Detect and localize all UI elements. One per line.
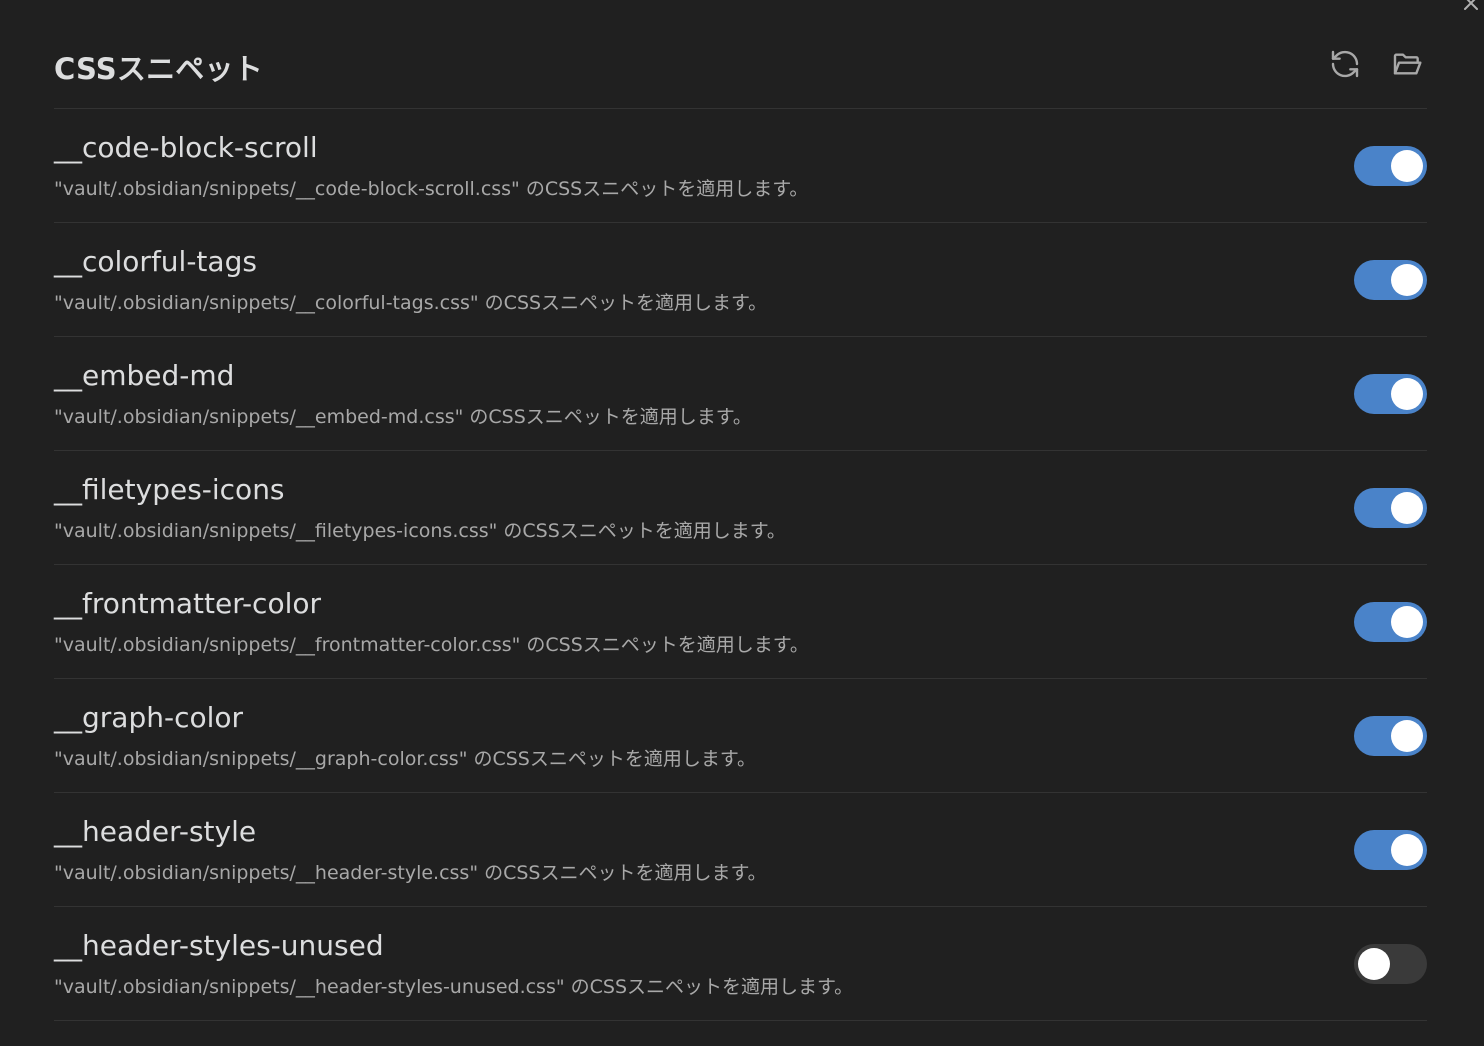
snippet-description: "vault/.obsidian/snippets/__header-style…: [54, 862, 767, 884]
snippet-name: __filetypes-icons: [54, 473, 285, 506]
section-header: CSSスニペット: [54, 34, 1427, 109]
open-snippets-folder-button[interactable]: [1387, 46, 1427, 86]
toggle-knob: [1391, 150, 1423, 182]
snippet-list: __code-block-scroll "vault/.obsidian/snip…: [54, 109, 1427, 1021]
snippet-name: __frontmatter-color: [54, 587, 321, 620]
toggle-knob: [1391, 492, 1423, 524]
snippet-row: __header-styles-unused "vault/.obsidian/s…: [54, 907, 1427, 1021]
toggle-knob: [1391, 378, 1423, 410]
snippet-toggle[interactable]: [1354, 260, 1427, 300]
toggle-knob: [1391, 834, 1423, 866]
close-icon: [1461, 0, 1481, 17]
css-snippets-panel: CSSスニペット __code-block-scroll "vault/.obs…: [0, 0, 1484, 1046]
snippet-description: "vault/.obsidian/snippets/__filetypes-ic…: [54, 520, 786, 542]
snippet-row: __filetypes-icons "vault/.obsidian/snippe…: [54, 451, 1427, 565]
toggle-knob: [1391, 264, 1423, 296]
snippet-description: "vault/.obsidian/snippets/__embed-md.css…: [54, 406, 752, 428]
snippet-name: __code-block-scroll: [54, 131, 318, 164]
snippet-toggle[interactable]: [1354, 944, 1427, 984]
snippet-toggle[interactable]: [1354, 488, 1427, 528]
snippet-name: __colorful-tags: [54, 245, 257, 278]
snippet-row: __graph-color "vault/.obsidian/snippets/_…: [54, 679, 1427, 793]
snippet-description: "vault/.obsidian/snippets/__graph-color.…: [54, 748, 756, 770]
toggle-knob: [1358, 948, 1390, 980]
header-actions: [1325, 46, 1427, 86]
snippet-toggle[interactable]: [1354, 602, 1427, 642]
snippet-row: __frontmatter-color "vault/.obsidian/snip…: [54, 565, 1427, 679]
section-title: CSSスニペット: [54, 52, 263, 86]
toggle-knob: [1391, 606, 1423, 638]
snippet-toggle[interactable]: [1354, 830, 1427, 870]
snippet-description: "vault/.obsidian/snippets/__header-style…: [54, 976, 854, 998]
close-button[interactable]: [1458, 0, 1484, 18]
folder-open-icon: [1391, 48, 1423, 84]
snippet-row: __embed-md "vault/.obsidian/snippets/__em…: [54, 337, 1427, 451]
snippet-name: __graph-color: [54, 701, 244, 734]
snippet-name: __header-styles-unused: [54, 929, 384, 962]
reload-snippets-button[interactable]: [1325, 46, 1365, 86]
snippet-toggle[interactable]: [1354, 716, 1427, 756]
snippet-description: "vault/.obsidian/snippets/__colorful-tag…: [54, 292, 768, 314]
snippet-name: __header-style: [54, 815, 257, 848]
reload-icon: [1329, 48, 1361, 84]
snippet-row: __code-block-scroll "vault/.obsidian/snip…: [54, 109, 1427, 223]
snippet-description: "vault/.obsidian/snippets/__frontmatter-…: [54, 634, 809, 656]
snippet-row: __header-style "vault/.obsidian/snippets/…: [54, 793, 1427, 907]
snippet-toggle[interactable]: [1354, 374, 1427, 414]
snippet-name: __embed-md: [54, 359, 235, 392]
snippet-description: "vault/.obsidian/snippets/__code-block-s…: [54, 178, 809, 200]
snippet-toggle[interactable]: [1354, 146, 1427, 186]
snippet-row: __colorful-tags "vault/.obsidian/snippets…: [54, 223, 1427, 337]
toggle-knob: [1391, 720, 1423, 752]
